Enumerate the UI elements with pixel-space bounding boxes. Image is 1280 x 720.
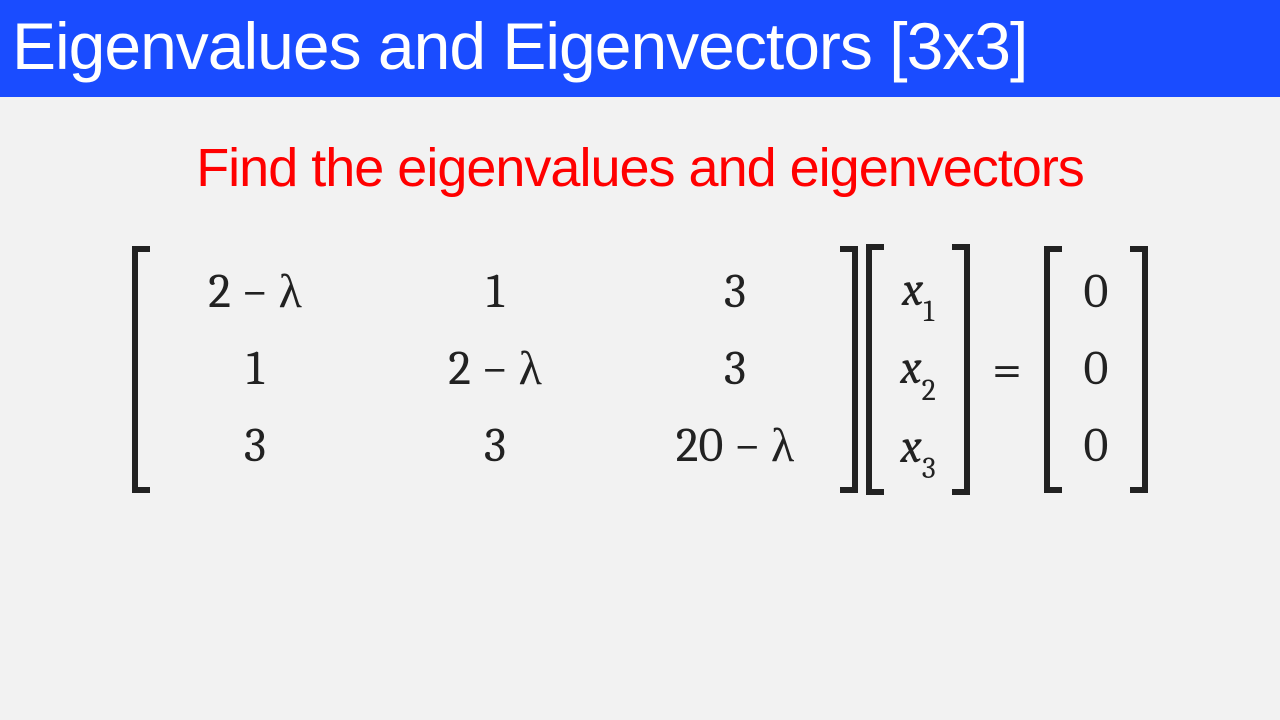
matrix-row: 3 3 20 − λ xyxy=(170,408,820,485)
matrix-cell: 2 − λ xyxy=(410,331,580,408)
matrix-cell: 20 − λ xyxy=(650,408,820,485)
matrix-cell: 3 xyxy=(410,408,580,485)
right-bracket-icon xyxy=(1130,246,1148,492)
left-bracket-icon xyxy=(1044,246,1062,492)
vector-entry: 0 xyxy=(1076,254,1116,331)
matrix-a-minus-lambda-i: 2 − λ 1 3 1 2 − λ 3 3 3 20 − λ xyxy=(132,246,858,492)
matrix-cell: 3 xyxy=(170,408,340,485)
page-title: Eigenvalues and Eigenvectors [3x3] xyxy=(12,9,1027,83)
vector-entry: 0 xyxy=(1076,331,1116,408)
vector-entry: x2 xyxy=(898,330,938,409)
right-bracket-icon xyxy=(952,244,970,496)
matrix-row: 2 − λ 1 3 xyxy=(170,254,820,331)
equals-sign: = xyxy=(992,338,1022,401)
right-bracket-icon xyxy=(840,246,858,492)
vector-x: x1 x2 x3 xyxy=(866,244,970,496)
matrix-cell: 1 xyxy=(410,254,580,331)
vector-entry: 0 xyxy=(1076,408,1116,485)
title-bar: Eigenvalues and Eigenvectors [3x3] xyxy=(0,0,1280,97)
vector-entry: x1 xyxy=(898,252,938,331)
matrix-cell: 1 xyxy=(170,331,340,408)
matrix-cell: 2 − λ xyxy=(170,254,340,331)
left-bracket-icon xyxy=(866,244,884,496)
matrix-cell: 3 xyxy=(650,254,820,331)
matrix-cell: 3 xyxy=(650,331,820,408)
subtitle: Find the eigenvalues and eigenvectors xyxy=(0,137,1280,199)
vector-zero: 0 0 0 xyxy=(1044,246,1148,492)
matrix-row: 1 2 − λ 3 xyxy=(170,331,820,408)
equation: 2 − λ 1 3 1 2 − λ 3 3 3 20 − λ x1 xyxy=(0,244,1280,496)
vector-entry: x3 xyxy=(898,409,938,488)
left-bracket-icon xyxy=(132,246,150,492)
